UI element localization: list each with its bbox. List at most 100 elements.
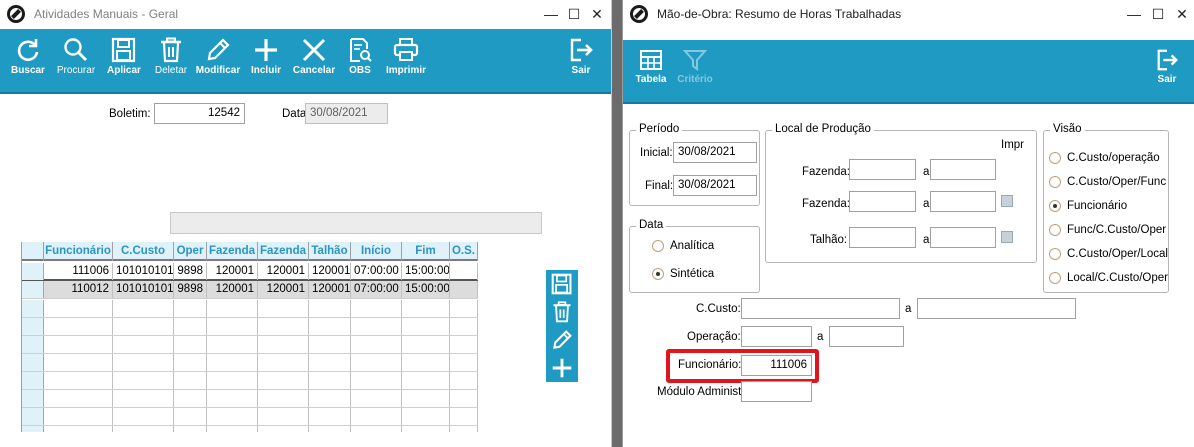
empty-cell[interactable] (351, 300, 402, 317)
tabela-button[interactable]: Tabela (633, 42, 669, 98)
empty-cell[interactable] (402, 408, 450, 425)
empty-cell[interactable] (258, 336, 309, 353)
visao-option-label[interactable]: Func/C.Custo/Oper (1067, 224, 1166, 236)
visao-option-label[interactable]: C.Custo/operação (1067, 152, 1160, 164)
empty-cell[interactable] (402, 372, 450, 389)
boletim-input[interactable]: 12542 (154, 103, 245, 124)
empty-cell[interactable] (44, 336, 113, 353)
empty-cell[interactable] (113, 426, 174, 432)
fazenda2-from-input[interactable] (849, 191, 916, 212)
empty-cell[interactable] (351, 336, 402, 353)
minimize-button[interactable]: — (541, 4, 561, 24)
empty-cell[interactable] (309, 372, 351, 389)
cell-funcionario[interactable]: 111006 (44, 263, 113, 280)
empty-table-row[interactable] (22, 300, 478, 318)
empty-cell[interactable] (402, 390, 450, 407)
cell-oper[interactable]: 9898 (174, 281, 207, 298)
column-header[interactable]: Funcionário (44, 242, 113, 261)
empty-cell[interactable] (402, 354, 450, 371)
empty-cell[interactable] (258, 426, 309, 432)
cell-os[interactable] (450, 263, 478, 280)
sintetica-label[interactable]: Sintética (670, 268, 714, 280)
empty-cell[interactable] (309, 318, 351, 335)
cell-fazenda[interactable]: 120001 (258, 281, 309, 298)
empty-table-row[interactable] (22, 372, 478, 390)
cell-talhao[interactable]: 120001 (309, 281, 351, 298)
visao-radio-ccusto-operacao[interactable] (1049, 152, 1061, 164)
empty-cell[interactable] (402, 318, 450, 335)
column-header[interactable]: Fazenda (207, 242, 258, 261)
empty-cell[interactable] (402, 426, 450, 432)
visao-option-label[interactable]: C.Custo/Oper/Func (1067, 176, 1166, 188)
cell-os[interactable] (450, 281, 478, 298)
visao-option-label[interactable]: C.Custo/Oper/Local (1067, 248, 1168, 260)
cell-inicio[interactable]: 07:00:00 (351, 281, 402, 298)
empty-cell[interactable] (450, 300, 478, 317)
cell-ccusto[interactable]: 101010101 (113, 263, 174, 280)
empty-cell[interactable] (174, 390, 207, 407)
empty-cell[interactable] (44, 390, 113, 407)
table-row[interactable]: 110012 101010101 9898 120001 120001 1200… (22, 281, 478, 299)
obs-button[interactable]: OBS (344, 31, 376, 87)
maximize-button[interactable]: ☐ (1148, 4, 1168, 24)
cell-funcionario[interactable]: 110012 (44, 281, 113, 298)
modificar-button[interactable]: Modificar (195, 31, 241, 87)
empty-cell[interactable] (113, 300, 174, 317)
empty-table-row[interactable] (22, 426, 478, 432)
empty-cell[interactable] (113, 372, 174, 389)
maximize-button[interactable]: ☐ (564, 4, 584, 24)
column-header[interactable]: Início (351, 242, 402, 261)
empty-cell[interactable] (174, 372, 207, 389)
empty-cell[interactable] (450, 354, 478, 371)
empty-cell[interactable] (44, 318, 113, 335)
column-header[interactable]: Fazenda (258, 242, 309, 261)
cancelar-button[interactable]: Cancelar (292, 31, 336, 87)
empty-cell[interactable] (309, 354, 351, 371)
sair-button[interactable]: Sair (1152, 42, 1182, 98)
sair-button[interactable]: Sair (566, 31, 596, 87)
imprimir-button[interactable]: Imprimir (384, 31, 428, 87)
empty-cell[interactable] (450, 318, 478, 335)
empty-cell[interactable] (44, 426, 113, 432)
close-window-button[interactable]: ✕ (1172, 4, 1192, 24)
empty-cell[interactable] (309, 390, 351, 407)
empty-cell[interactable] (44, 354, 113, 371)
aplicar-button[interactable]: Aplicar (104, 31, 144, 87)
empty-table-row[interactable] (22, 408, 478, 426)
empty-cell[interactable] (258, 372, 309, 389)
empty-cell[interactable] (258, 390, 309, 407)
visao-radio-local-ccusto-oper[interactable] (1049, 272, 1061, 284)
side-save-button[interactable] (546, 270, 578, 298)
procurar-button[interactable]: Procurar (54, 31, 98, 87)
cell-fazenda[interactable]: 120001 (207, 263, 258, 280)
empty-table-row[interactable] (22, 354, 478, 372)
empty-cell[interactable] (351, 426, 402, 432)
visao-option-label[interactable]: Funcionário (1067, 200, 1127, 212)
column-header[interactable]: Oper (174, 242, 207, 261)
cell-fim[interactable]: 15:00:00 (402, 263, 450, 280)
fazenda-to-input[interactable] (930, 159, 996, 180)
cell-oper[interactable]: 9898 (174, 263, 207, 280)
fazenda-from-input[interactable] (849, 159, 916, 180)
talhao-from-input[interactable] (849, 227, 916, 248)
empty-cell[interactable] (113, 354, 174, 371)
empty-cell[interactable] (258, 354, 309, 371)
empty-table-row[interactable] (22, 390, 478, 408)
empty-cell[interactable] (174, 426, 207, 432)
sintetica-radio[interactable] (652, 268, 664, 280)
side-edit-button[interactable] (546, 326, 578, 354)
empty-cell[interactable] (44, 408, 113, 425)
empty-cell[interactable] (450, 408, 478, 425)
empty-cell[interactable] (309, 408, 351, 425)
talhao-to-input[interactable] (930, 227, 996, 248)
empty-cell[interactable] (174, 300, 207, 317)
visao-radio-ccusto-oper-func[interactable] (1049, 176, 1061, 188)
empty-cell[interactable] (450, 336, 478, 353)
table-row[interactable]: 111006 101010101 9898 120001 120001 1200… (22, 263, 478, 281)
incluir-button[interactable]: Incluir (246, 31, 286, 87)
talhao-impr-checkbox[interactable] (1001, 231, 1013, 243)
inicial-date-input[interactable]: 30/08/2021 (673, 142, 757, 163)
empty-cell[interactable] (207, 336, 258, 353)
fazenda2-to-input[interactable] (930, 191, 996, 212)
empty-cell[interactable] (113, 318, 174, 335)
